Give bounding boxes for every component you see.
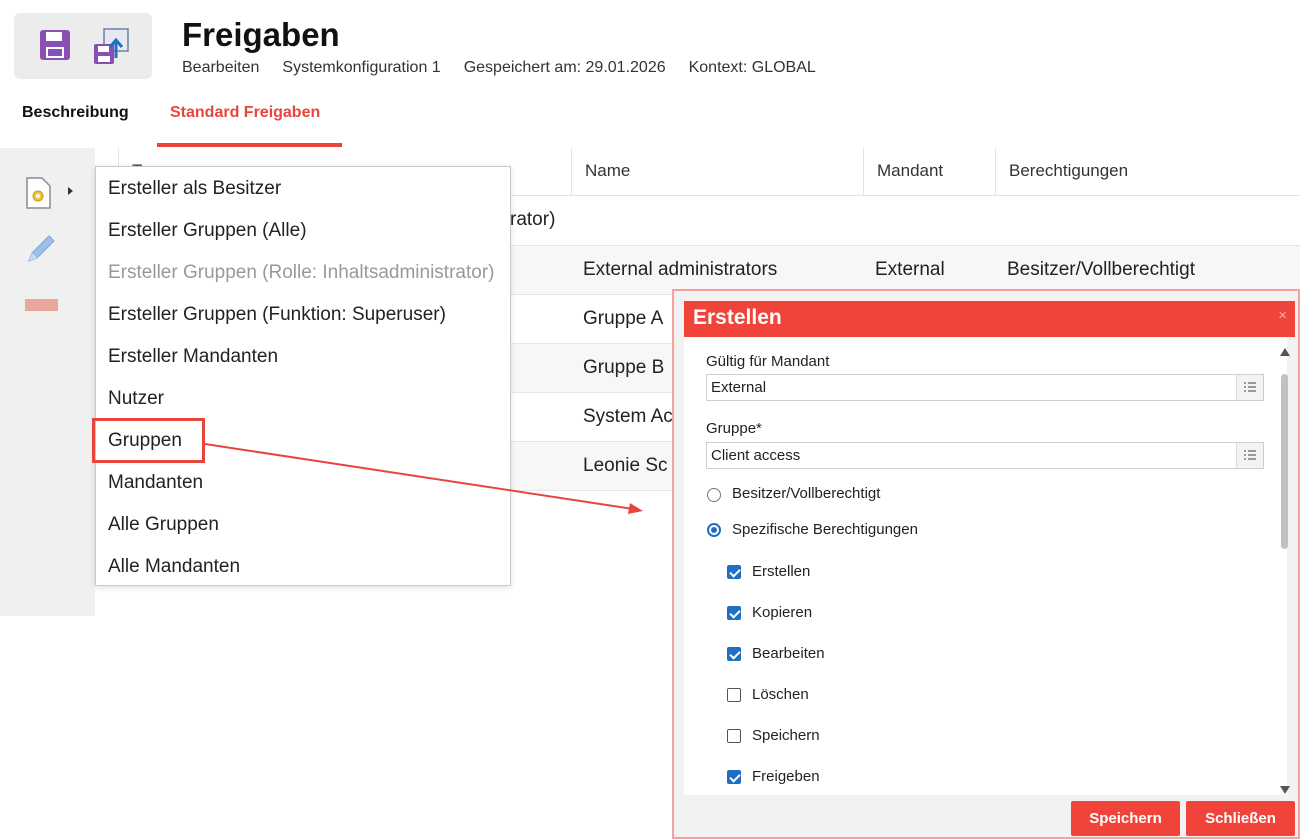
gruppe-field[interactable]: Client access bbox=[706, 442, 1264, 469]
page-title: Freigaben bbox=[182, 16, 340, 53]
left-toolbar bbox=[0, 148, 95, 616]
dialog-header: Erstellen × bbox=[684, 301, 1295, 337]
menu-item-ersteller-besitzer[interactable]: Ersteller als Besitzer bbox=[108, 178, 281, 200]
radio-besitzer-label: Besitzer/Vollberechtigt bbox=[732, 485, 881, 502]
dialog-body: Gültig für Mandant External Gruppe* Clie… bbox=[684, 337, 1287, 795]
list-picker-icon[interactable] bbox=[1236, 375, 1263, 400]
scroll-up-icon[interactable] bbox=[1280, 348, 1290, 356]
checkbox-freigeben[interactable] bbox=[727, 770, 741, 784]
mandant-label: Gültig für Mandant bbox=[706, 353, 830, 370]
checkbox-speichern[interactable] bbox=[727, 729, 741, 743]
row-name: External administrators bbox=[583, 259, 778, 280]
dialog-scrollbar[interactable] bbox=[1278, 346, 1292, 796]
header-meta: Bearbeiten Systemkonfiguration 1 Gespeic… bbox=[182, 59, 816, 77]
tab-standard-freigaben[interactable]: Standard Freigaben bbox=[170, 104, 320, 122]
column-berechtigungen[interactable]: Berechtigungen bbox=[995, 148, 1300, 196]
gruppen-highlight-box bbox=[92, 418, 205, 463]
erstellen-dialog: Erstellen × Gültig für Mandant External … bbox=[672, 289, 1300, 839]
active-tab-indicator bbox=[157, 143, 342, 147]
checkbox-erstellen[interactable] bbox=[727, 565, 741, 579]
checkbox-kopieren-label: Kopieren bbox=[752, 604, 813, 621]
checkbox-erstellen-label: Erstellen bbox=[752, 563, 811, 580]
create-dropdown-menu: Ersteller als Besitzer Ersteller Gruppen… bbox=[95, 166, 511, 586]
list-picker-icon[interactable] bbox=[1236, 443, 1263, 468]
menu-item-ersteller-gruppen-funktion[interactable]: Ersteller Gruppen (Funktion: Superuser) bbox=[108, 304, 446, 326]
dialog-title: Erstellen bbox=[693, 306, 782, 329]
radio-besitzer[interactable] bbox=[707, 488, 721, 502]
row-name: System Ac bbox=[583, 406, 673, 427]
menu-item-mandanten[interactable]: Mandanten bbox=[108, 472, 203, 494]
remove-icon[interactable] bbox=[24, 298, 60, 317]
meta-saved-date: Gespeichert am: 29.01.2026 bbox=[463, 59, 666, 76]
radio-spezifisch[interactable] bbox=[707, 523, 721, 537]
checkbox-bearbeiten-label: Bearbeiten bbox=[752, 645, 825, 662]
menu-item-ersteller-gruppen-rolle: Ersteller Gruppen (Rolle: Inhaltsadminis… bbox=[108, 262, 495, 283]
scroll-thumb[interactable] bbox=[1281, 374, 1288, 549]
menu-item-nutzer[interactable]: Nutzer bbox=[108, 388, 164, 410]
row-name: Gruppe B bbox=[583, 357, 665, 378]
checkbox-speichern-label: Speichern bbox=[752, 727, 820, 744]
meta-mode: Bearbeiten bbox=[182, 59, 260, 76]
menu-item-alle-mandanten[interactable]: Alle Mandanten bbox=[108, 556, 240, 578]
menu-item-alle-gruppen[interactable]: Alle Gruppen bbox=[108, 514, 219, 536]
close-icon[interactable]: × bbox=[1278, 307, 1287, 324]
gruppe-value: Client access bbox=[711, 447, 801, 464]
radio-spezifisch-label: Spezifische Berechtigungen bbox=[732, 521, 918, 538]
gruppe-label: Gruppe* bbox=[706, 420, 762, 437]
row-name: Gruppe A bbox=[583, 308, 664, 329]
new-document-icon[interactable] bbox=[24, 176, 54, 215]
meta-context: Kontext: GLOBAL bbox=[688, 59, 816, 76]
meta-config: Systemkonfiguration 1 bbox=[282, 59, 441, 76]
row-berechtigungen: Besitzer/Vollberechtigt bbox=[1007, 259, 1195, 280]
column-mandant[interactable]: Mandant bbox=[863, 148, 995, 196]
row-typ-partial: rator) bbox=[510, 209, 556, 230]
checkbox-loeschen-label: Löschen bbox=[752, 686, 809, 703]
checkbox-loeschen[interactable] bbox=[727, 688, 741, 702]
mandant-value: External bbox=[711, 379, 767, 396]
column-name[interactable]: Name bbox=[571, 148, 863, 196]
checkbox-bearbeiten[interactable] bbox=[727, 647, 741, 661]
row-mandant: External bbox=[875, 259, 945, 280]
close-button[interactable]: Schließen bbox=[1186, 801, 1295, 836]
checkbox-kopieren[interactable] bbox=[727, 606, 741, 620]
chevron-right-icon[interactable] bbox=[68, 187, 73, 195]
scroll-down-icon[interactable] bbox=[1280, 786, 1290, 794]
header-icon-panel bbox=[14, 13, 152, 79]
checkbox-freigeben-label: Freigeben bbox=[752, 768, 820, 785]
menu-item-ersteller-mandanten[interactable]: Ersteller Mandanten bbox=[108, 346, 278, 368]
save-button[interactable]: Speichern bbox=[1071, 801, 1180, 836]
edit-pencil-icon[interactable] bbox=[24, 232, 58, 271]
row-name: Leonie Sc bbox=[583, 455, 668, 476]
tab-beschreibung[interactable]: Beschreibung bbox=[22, 104, 129, 122]
mandant-field[interactable]: External bbox=[706, 374, 1264, 401]
save-upload-icon[interactable] bbox=[92, 28, 132, 71]
menu-item-ersteller-gruppen-alle[interactable]: Ersteller Gruppen (Alle) bbox=[108, 220, 307, 242]
save-icon[interactable] bbox=[38, 28, 72, 67]
